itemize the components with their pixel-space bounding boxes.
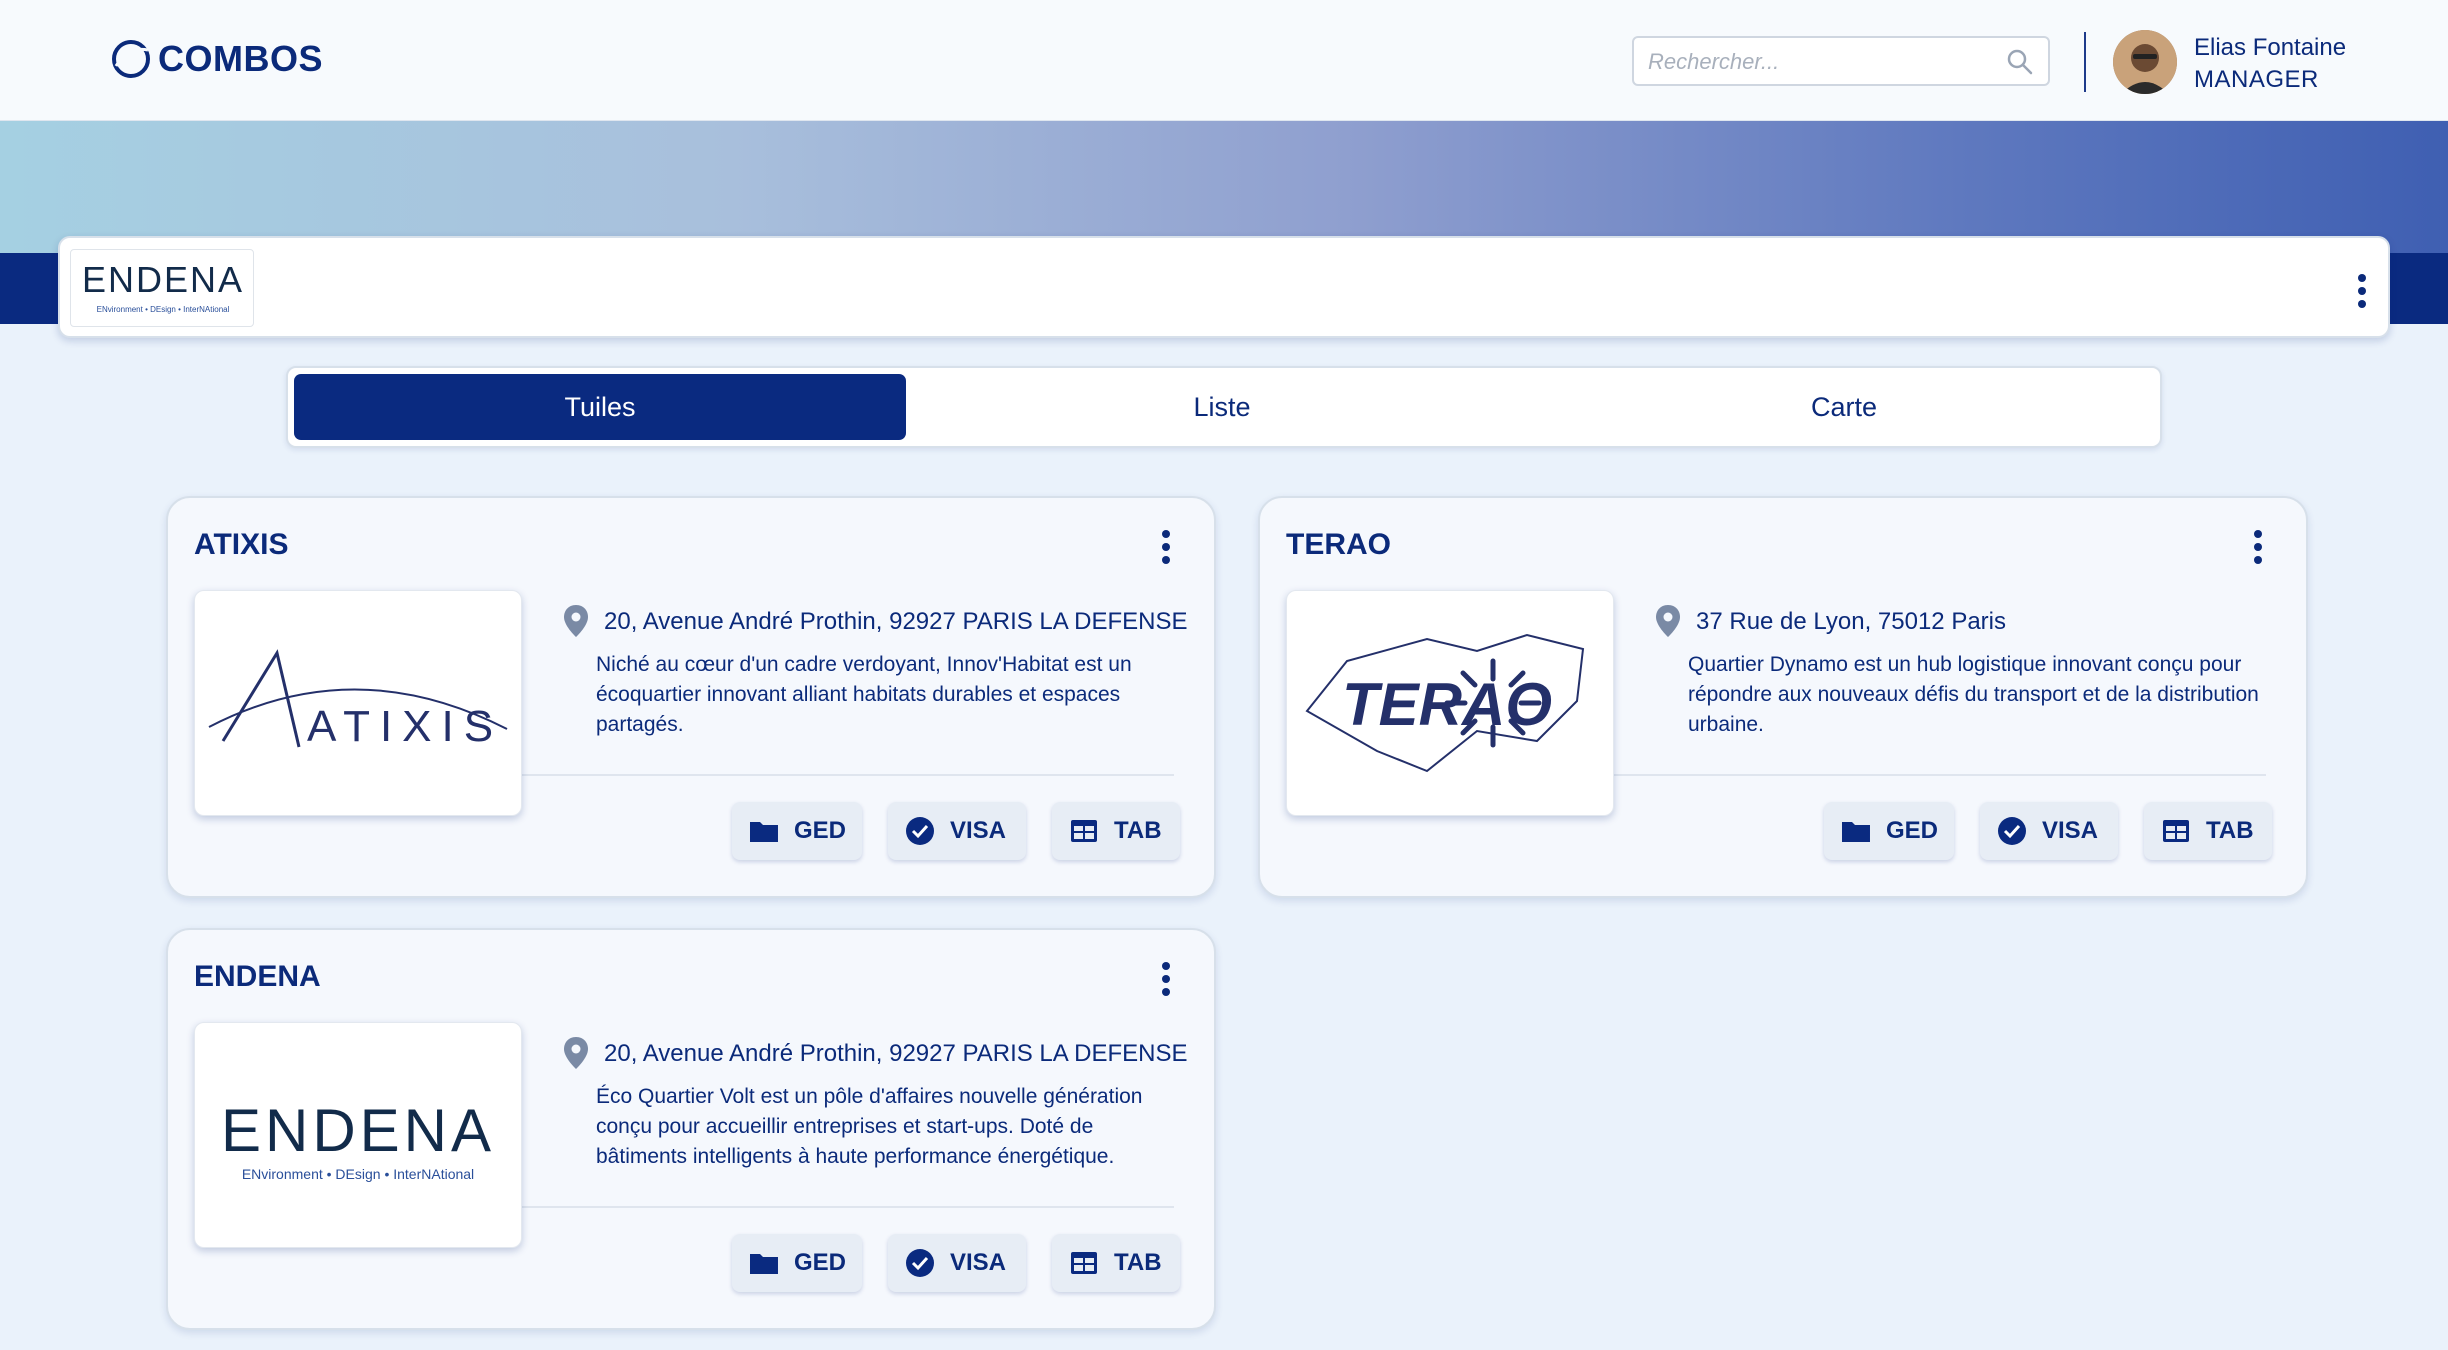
project-card-endena[interactable]: ENDENA ENDENA ENvironment • DEsign • Int… bbox=[166, 928, 1216, 1330]
card-divider bbox=[510, 774, 1174, 776]
visa-button[interactable]: VISA bbox=[1980, 802, 2118, 860]
tab-liste[interactable]: Liste bbox=[916, 374, 1528, 440]
project-card-terao[interactable]: TERAO TERAO 37 Rue de Lyon, 75012 Paris … bbox=[1258, 496, 2308, 898]
brand[interactable]: COMBOS bbox=[110, 38, 323, 80]
ged-button[interactable]: GED bbox=[732, 802, 862, 860]
project-actions: GED VISA TAB bbox=[1260, 802, 2306, 862]
project-title[interactable]: ENDENA bbox=[194, 960, 321, 994]
visa-label: VISA bbox=[950, 817, 1007, 844]
project-address: 20, Avenue André Prothin, 92927 PARIS LA… bbox=[604, 608, 1188, 635]
project-logo[interactable]: ENDENA ENvironment • DEsign • InterNAtio… bbox=[194, 1022, 522, 1248]
brand-logo-icon bbox=[112, 40, 150, 78]
project-title[interactable]: TERAO bbox=[1286, 528, 1391, 562]
project-card-atixis[interactable]: ATIXIS ATIXIS 20, Avenue André Prothin, … bbox=[166, 496, 1216, 898]
check-circle-icon bbox=[906, 817, 934, 845]
tab-label: TAB bbox=[1114, 817, 1162, 844]
project-description: Éco Quartier Volt est un pôle d'affaires… bbox=[596, 1085, 1143, 1168]
folder-icon bbox=[1841, 822, 1870, 842]
tab-tuiles[interactable]: Tuiles bbox=[294, 374, 906, 440]
table-icon bbox=[2163, 820, 2189, 842]
visa-button[interactable]: VISA bbox=[888, 802, 1026, 860]
search-input[interactable] bbox=[1634, 38, 2000, 86]
avatar[interactable] bbox=[2113, 30, 2177, 94]
project-address: 37 Rue de Lyon, 75012 Paris bbox=[1696, 608, 2006, 635]
visa-label: VISA bbox=[950, 1249, 1007, 1276]
user-role: MANAGER bbox=[2194, 66, 2319, 93]
tab-label: TAB bbox=[2206, 817, 2254, 844]
ged-button[interactable]: GED bbox=[732, 1234, 862, 1292]
map-pin-icon bbox=[564, 1037, 588, 1069]
user-avatar-icon bbox=[2113, 30, 2177, 94]
endena-logo-icon: ENDENA ENvironment • DEsign • InterNAtio… bbox=[82, 259, 244, 314]
map-pin-icon bbox=[1656, 605, 1680, 637]
project-logo-text: ATIXIS bbox=[307, 702, 503, 751]
organization-menu-icon[interactable] bbox=[2358, 274, 2366, 308]
project-logo-text: TERAO bbox=[1342, 671, 1552, 738]
map-pin-icon bbox=[564, 605, 588, 637]
project-title[interactable]: ATIXIS bbox=[194, 528, 288, 562]
hero-banner bbox=[0, 121, 2448, 253]
project-menu-icon[interactable] bbox=[1162, 530, 1170, 564]
table-icon bbox=[1071, 820, 1097, 842]
project-logo[interactable]: TERAO bbox=[1286, 590, 1614, 816]
atixis-logo-icon: ATIXIS bbox=[208, 649, 508, 751]
ged-button[interactable]: GED bbox=[1824, 802, 1954, 860]
visa-button[interactable]: VISA bbox=[888, 1234, 1026, 1292]
project-logo-text: ENDENA bbox=[221, 1097, 495, 1164]
top-bar: COMBOS Elias Fontaine MANAGER bbox=[0, 0, 2448, 121]
folder-icon bbox=[749, 822, 778, 842]
ged-label: GED bbox=[793, 817, 846, 844]
project-menu-icon[interactable] bbox=[1162, 962, 1170, 996]
card-divider bbox=[1602, 774, 2266, 776]
org-logo-text: ENDENA bbox=[82, 259, 244, 300]
project-logo[interactable]: ATIXIS bbox=[194, 590, 522, 816]
org-logo-tagline: ENvironment • DEsign • InterNAtional bbox=[97, 305, 230, 314]
terao-logo-icon: TERAO bbox=[1305, 633, 1585, 773]
card-divider bbox=[510, 1206, 1174, 1208]
organization-logo[interactable]: ENDENA ENvironment • DEsign • InterNAtio… bbox=[70, 249, 254, 327]
tab-button[interactable]: TAB bbox=[2144, 802, 2272, 860]
project-actions: GED VISA TAB bbox=[168, 1234, 1214, 1294]
search-box[interactable] bbox=[1632, 36, 2050, 86]
endena-logo-icon: ENDENA ENvironment • DEsign • InterNAtio… bbox=[221, 1097, 495, 1182]
project-actions: GED VISA TAB bbox=[168, 802, 1214, 862]
brand-name: COMBOS bbox=[158, 38, 323, 79]
header-divider bbox=[2084, 32, 2086, 92]
tab-label: TAB bbox=[1114, 1249, 1162, 1276]
project-logo-tagline: ENvironment • DEsign • InterNAtional bbox=[242, 1166, 474, 1182]
folder-icon bbox=[749, 1254, 778, 1274]
check-circle-icon bbox=[906, 1249, 934, 1277]
view-tabs: Tuiles Liste Carte bbox=[286, 366, 2162, 448]
tab-button[interactable]: TAB bbox=[1052, 802, 1180, 860]
visa-label: VISA bbox=[2042, 817, 2099, 844]
ged-label: GED bbox=[1885, 817, 1938, 844]
user-name[interactable]: Elias Fontaine bbox=[2194, 34, 2346, 62]
check-circle-icon bbox=[1998, 817, 2026, 845]
table-icon bbox=[1071, 1252, 1097, 1274]
search-icon[interactable] bbox=[2006, 48, 2034, 76]
ged-label: GED bbox=[793, 1249, 846, 1276]
tab-button[interactable]: TAB bbox=[1052, 1234, 1180, 1292]
project-description: Niché au cœur d'un cadre verdoyant, Inno… bbox=[596, 653, 1132, 736]
organization-card: ENDENA ENvironment • DEsign • InterNAtio… bbox=[58, 236, 2390, 338]
project-description: Quartier Dynamo est un hub logistique in… bbox=[1688, 653, 2259, 736]
tab-carte[interactable]: Carte bbox=[1538, 374, 2150, 440]
project-address: 20, Avenue André Prothin, 92927 PARIS LA… bbox=[604, 1040, 1188, 1067]
project-menu-icon[interactable] bbox=[2254, 530, 2262, 564]
